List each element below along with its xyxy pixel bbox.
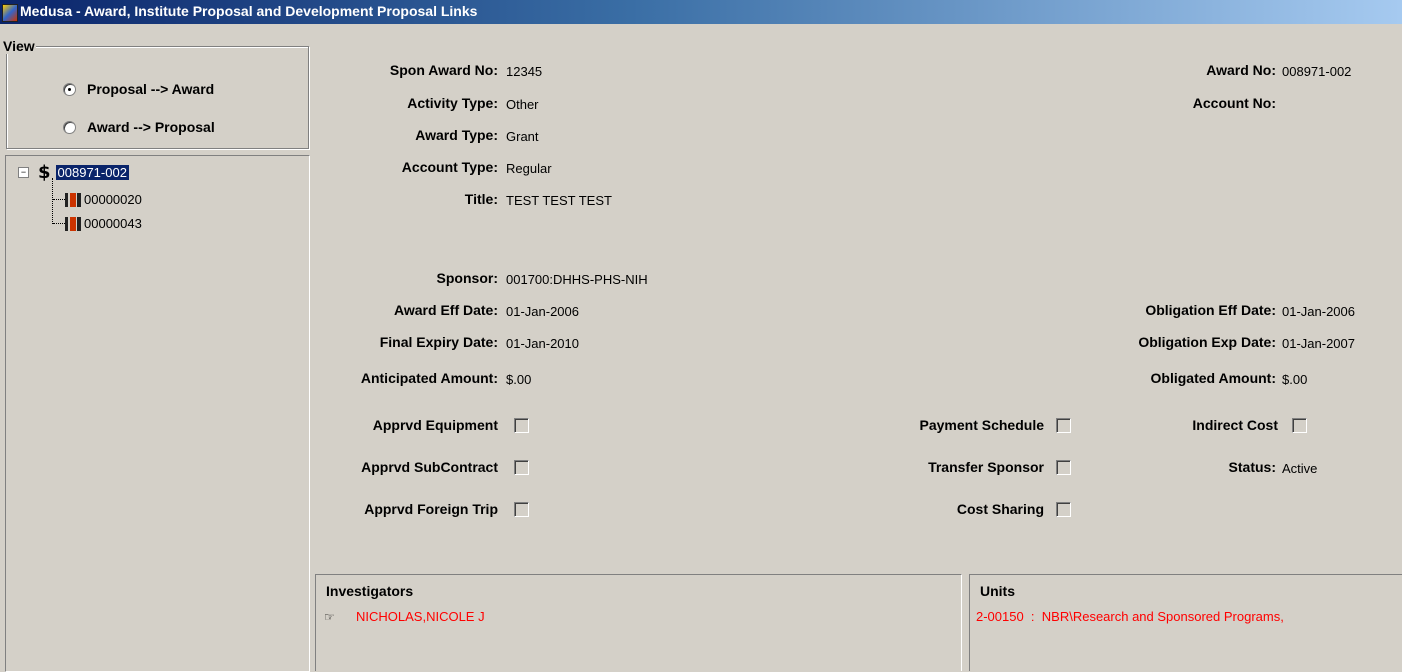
tree-connector — [53, 199, 65, 200]
obligated-amount-value: $.00 — [1282, 372, 1308, 387]
activity-type-label: Activity Type: — [407, 95, 498, 111]
award-tree[interactable]: − $ 008971-002 00000020 00000043 — [5, 155, 310, 672]
investigator-item[interactable]: NICHOLAS,NICOLE J — [356, 609, 485, 624]
obligation-exp-date-value: 01-Jan-2007 — [1282, 336, 1355, 351]
final-expiry-date-label: Final Expiry Date: — [379, 334, 498, 350]
award-no-label: Award No: — [1206, 62, 1276, 78]
account-no-label: Account No: — [1192, 95, 1276, 111]
spon-award-no-value: 12345 — [506, 64, 543, 79]
proposal-icon — [65, 216, 81, 231]
tree-root-node[interactable]: − $ 008971-002 — [18, 162, 129, 183]
tree-child-label[interactable]: 00000020 — [84, 192, 142, 207]
obligation-eff-date-label: Obligation Eff Date: — [1145, 302, 1276, 318]
award-no-value: 008971-002 — [1282, 64, 1352, 79]
indirect-cost-label: Indirect Cost — [1192, 417, 1278, 433]
apprvd-equipment-label: Apprvd Equipment — [372, 417, 498, 433]
status-value: Active — [1282, 461, 1318, 476]
transfer-sponsor-checkbox[interactable] — [1056, 460, 1071, 475]
award-eff-date-value: 01-Jan-2006 — [506, 304, 579, 319]
obligation-eff-date-value: 01-Jan-2006 — [1282, 304, 1355, 319]
tree-child-label[interactable]: 00000043 — [84, 216, 142, 231]
investigators-title: Investigators — [326, 583, 414, 599]
activity-type-value: Other — [506, 97, 539, 112]
sponsor-label: Sponsor: — [436, 270, 498, 286]
apprvd-foreign-trip-checkbox[interactable] — [514, 502, 529, 517]
radio-button[interactable] — [63, 120, 76, 134]
transfer-sponsor-label: Transfer Sponsor — [928, 459, 1044, 475]
apprvd-subcontract-checkbox[interactable] — [514, 460, 529, 475]
window-title: Medusa - Award, Institute Proposal and D… — [20, 3, 478, 19]
tree-connector — [53, 223, 65, 224]
collapse-icon[interactable]: − — [18, 167, 29, 178]
app-icon — [2, 4, 18, 22]
view-group: Proposal --> Award Award --> Proposal — [6, 46, 309, 149]
title-value: TEST TEST TEST — [506, 193, 612, 208]
cost-sharing-checkbox[interactable] — [1056, 502, 1071, 517]
status-label: Status: — [1228, 459, 1276, 475]
final-expiry-date-value: 01-Jan-2010 — [506, 336, 579, 351]
title-bar: Medusa - Award, Institute Proposal and D… — [0, 0, 1402, 24]
pointing-hand-icon: ☞ — [324, 610, 335, 624]
payment-schedule-label: Payment Schedule — [919, 417, 1045, 433]
account-type-label: Account Type: — [401, 159, 498, 175]
investigators-panel: Investigators ☞ NICHOLAS,NICOLE J — [315, 574, 962, 671]
anticipated-amount-value: $.00 — [506, 372, 532, 387]
sponsor-value: 001700:DHHS-PHS-NIH — [506, 272, 648, 287]
obligation-exp-date-label: Obligation Exp Date: — [1138, 334, 1276, 350]
units-title: Units — [980, 583, 1015, 599]
title-label: Title: — [464, 191, 498, 207]
award-type-label: Award Type: — [415, 127, 498, 143]
indirect-cost-checkbox[interactable] — [1292, 418, 1307, 433]
apprvd-equipment-checkbox[interactable] — [514, 418, 529, 433]
proposal-icon — [65, 192, 81, 207]
tree-root-label[interactable]: 008971-002 — [55, 165, 129, 180]
radio-button-checked[interactable] — [63, 82, 76, 96]
cost-sharing-label: Cost Sharing — [956, 501, 1044, 517]
award-type-value: Grant — [506, 129, 539, 144]
payment-schedule-checkbox[interactable] — [1056, 418, 1071, 433]
tree-child-node[interactable]: 00000043 — [53, 216, 142, 231]
apprvd-subcontract-label: Apprvd SubContract — [361, 459, 498, 475]
units-panel: Units 2-00150 : NBR\Research and Sponsor… — [969, 574, 1402, 671]
spon-award-no-label: Spon Award No: — [389, 62, 498, 78]
view-legend: View — [2, 38, 36, 54]
anticipated-amount-label: Anticipated Amount: — [360, 370, 498, 386]
radio-label: Award --> Proposal — [87, 119, 215, 135]
unit-item[interactable]: 2-00150 : NBR\Research and Sponsored Pro… — [976, 609, 1284, 624]
apprvd-foreign-trip-label: Apprvd Foreign Trip — [364, 501, 498, 517]
obligated-amount-label: Obligated Amount: — [1150, 370, 1276, 386]
tree-child-node[interactable]: 00000020 — [53, 192, 142, 207]
radio-proposal-to-award[interactable]: Proposal --> Award — [63, 81, 214, 97]
dollar-icon: $ — [38, 162, 51, 183]
award-eff-date-label: Award Eff Date: — [394, 302, 498, 318]
radio-award-to-proposal[interactable]: Award --> Proposal — [63, 119, 215, 135]
radio-label: Proposal --> Award — [87, 81, 215, 97]
account-type-value: Regular — [506, 161, 552, 176]
